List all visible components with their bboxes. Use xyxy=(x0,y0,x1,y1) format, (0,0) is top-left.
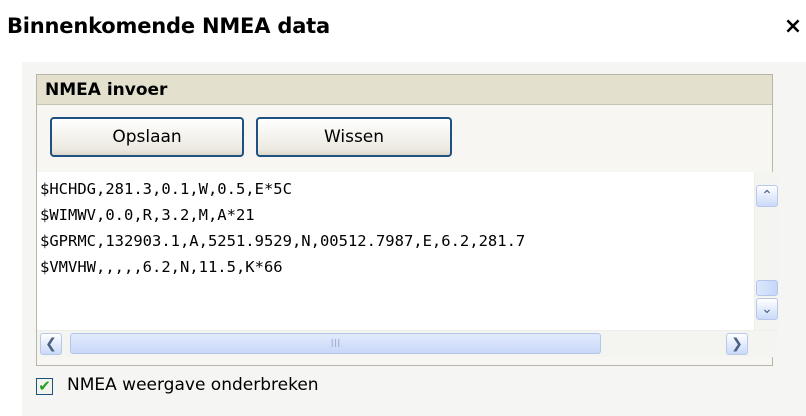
vertical-scrollbar[interactable]: ⌃ ⌄ xyxy=(754,172,779,330)
scroll-left-icon[interactable]: ❮ xyxy=(40,333,62,355)
nmea-output-text[interactable]: $HCHDG,281.3,0.1,W,0.5,E*5C $WIMWV,0.0,R… xyxy=(37,172,754,330)
scroll-down-icon[interactable]: ⌄ xyxy=(756,298,778,320)
nmea-line: $WIMWV,0.0,R,3.2,M,A*21 xyxy=(40,206,255,224)
pause-nmea-label[interactable]: NMEA weergave onderbreken xyxy=(67,375,319,395)
checkmark-icon: ✔ xyxy=(38,377,51,395)
nmea-line: $VMVHW,,,,,6.2,N,11.5,K*66 xyxy=(40,258,283,276)
nmea-line: $HCHDG,281.3,0.1,W,0.5,E*5C xyxy=(40,180,292,198)
dialog-title: Binnenkomende NMEA data xyxy=(7,14,330,38)
scroll-right-icon[interactable]: ❯ xyxy=(726,333,748,355)
clear-button[interactable]: Wissen xyxy=(256,117,452,157)
dialog-titlebar: Binnenkomende NMEA data × xyxy=(0,0,806,62)
thumb-grip-icon: III xyxy=(330,337,341,350)
save-button[interactable]: Opslaan xyxy=(50,117,244,157)
scroll-up-icon[interactable]: ⌃ xyxy=(756,185,778,207)
group-title: NMEA invoer xyxy=(45,80,168,100)
group-header: NMEA invoer xyxy=(37,75,772,105)
horizontal-scroll-thumb[interactable]: III xyxy=(70,333,601,354)
vertical-scroll-thumb[interactable] xyxy=(756,280,778,296)
pause-nmea-checkbox[interactable]: ✔ xyxy=(36,378,53,395)
horizontal-scrollbar[interactable]: ❮ III ❯ xyxy=(37,330,778,357)
nmea-line: $GPRMC,132903.1,A,5251.9529,N,00512.7987… xyxy=(40,232,526,250)
close-icon[interactable]: × xyxy=(780,12,806,42)
